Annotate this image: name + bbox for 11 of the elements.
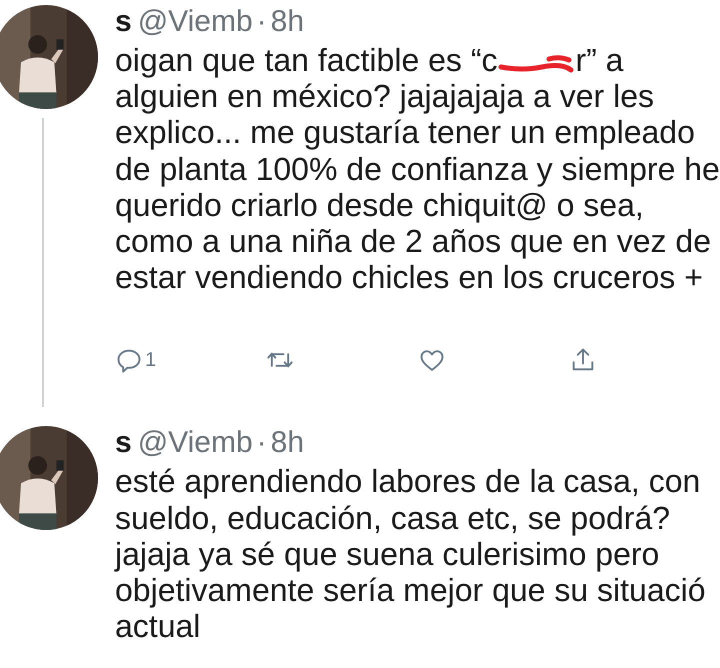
tweet-text: oigan que tan factible es “c r” a alguien en méxico? jajajajaja a ver les explico... me gustaría tener un empleado de planta 100% de confianza y siempre he querido criarlo desde chiquit@ o sea, como a una niña de 2 años que en vez de estar vendiendo chicles en los cruceros + [115, 42, 720, 296]
author-handle: @Viemb [138, 426, 253, 460]
tweet-time: 8h [270, 5, 304, 38]
author-handle: @Viemb [138, 5, 253, 38]
reply-count: 1 [145, 348, 156, 374]
author-name: s [115, 426, 132, 460]
tweet-text: esté aprendiendo labores de la casa, con sueldo, educación, casa etc, se podrá? jajaja ya sé que suena culerisimo pero objetivamente sería mejor que su situació actual [115, 463, 707, 644]
separator-dot: · [256, 426, 267, 460]
tweet-time: 8h [270, 426, 304, 460]
author-name: s [115, 5, 132, 38]
separator-dot: · [256, 5, 267, 38]
